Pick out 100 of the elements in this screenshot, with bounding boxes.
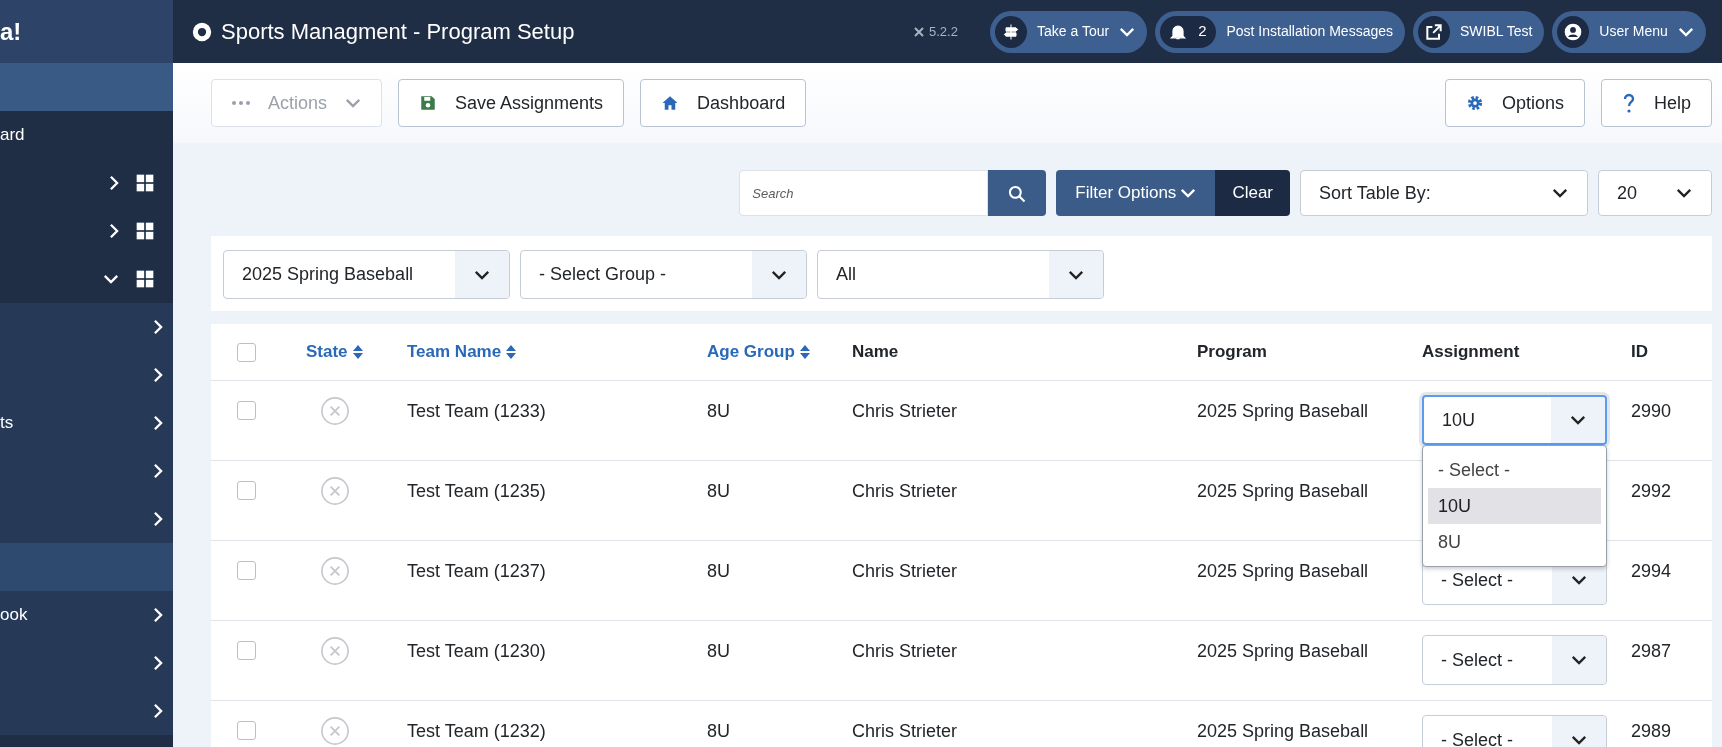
search-button[interactable] [988,170,1047,216]
chevron-right-icon [153,367,163,383]
assignment-select[interactable]: 10U [1422,395,1607,445]
chevron-right-icon [153,511,163,527]
x-circle-icon[interactable] [320,716,350,746]
row-checkbox[interactable] [237,561,256,580]
tour-button[interactable]: Take a Tour [990,10,1148,53]
version-text: 5.2.2 [929,22,958,41]
table-cell: 8U [707,561,730,581]
table-cell: 2990 [1631,401,1672,421]
save-button[interactable]: Save Assignments [398,79,625,127]
chevron-down-icon [1570,415,1586,425]
search-field[interactable]: Search [739,170,989,216]
chevron-down-icon [474,269,490,280]
chevron-right-icon [153,319,163,335]
external-link-icon [1424,21,1444,42]
search-icon [1007,183,1028,204]
grid-icon [135,173,155,193]
table-cell: Test Team (1237) [407,561,546,581]
chevron-right-icon [153,703,163,719]
table-cell: 2025 Spring Baseball [1197,641,1369,661]
chevron-down-icon [1571,655,1587,665]
sidebar-item[interactable]: ard [0,111,173,159]
table-cell: 8U [707,641,730,661]
chevron-down-icon [345,98,362,108]
table-cell: Chris Strieter [852,561,958,581]
column-header: ID [1631,341,1648,364]
gear-icon [1465,94,1484,112]
column-header: Program [1197,341,1267,364]
joomla-circle-icon [191,20,213,43]
assignment-select[interactable]: - Select - [1422,715,1607,747]
grid-icon [135,269,155,289]
x-circle-icon[interactable] [320,476,350,506]
sidebar-item[interactable]: ts [0,399,173,447]
row-checkbox[interactable] [237,481,256,500]
grid-icon [135,221,155,241]
site-link[interactable]: SWIBL Test [1413,10,1545,53]
limit-select[interactable]: 20 [1598,170,1712,216]
sort-icon [505,344,518,360]
table-cell: Test Team (1235) [407,481,546,501]
messages-button[interactable]: 2 Post Installation Messages [1155,10,1405,53]
sort-icon [351,344,364,360]
column-header: Assignment [1422,341,1520,364]
dots-icon [232,101,250,105]
dropdown-option[interactable]: 10U [1428,488,1601,524]
chevron-down-icon [1677,26,1694,37]
chevron-down-icon [1552,188,1568,198]
table-cell: Test Team (1233) [407,401,546,421]
chevron-down-icon [1180,188,1197,198]
chevron-right-icon [153,655,163,671]
joomla-icon [913,25,925,38]
table-cell: 2025 Spring Baseball [1197,561,1369,581]
chevron-down-icon [1571,735,1587,745]
table-cell: Chris Strieter [852,401,958,421]
chevron-down-icon [1119,26,1136,37]
table-cell: 2025 Spring Baseball [1197,401,1369,421]
select-all-checkbox[interactable] [237,342,256,362]
filter-select[interactable]: All [817,250,1104,299]
row-checkbox[interactable] [237,401,256,420]
chevron-down-icon [1068,269,1084,280]
table-cell: 8U [707,721,730,741]
chevron-down-icon [1571,575,1587,585]
chevron-down-icon [1676,188,1692,198]
row-checkbox[interactable] [237,641,256,660]
table-cell: Chris Strieter [852,641,958,661]
filter-select[interactable]: - Select Group - [520,250,807,299]
sort-icon [798,344,811,360]
table-cell: 8U [707,401,730,421]
x-circle-icon[interactable] [320,556,350,586]
table-cell: 8U [707,481,730,501]
sort-link[interactable]: State [306,339,364,365]
chevron-right-icon [153,463,163,479]
clear-button[interactable]: Clear [1215,170,1290,216]
assignment-select[interactable]: - Select - [1422,635,1607,685]
row-checkbox[interactable] [237,721,256,740]
dropdown-option[interactable]: - Select - [1428,452,1601,488]
filter-select[interactable]: 2025 Spring Baseball [223,250,510,299]
sort-link[interactable]: Team Name [407,339,518,365]
sort-link[interactable]: Age Group [707,339,811,365]
table-cell: 2025 Spring Baseball [1197,481,1369,501]
question-mark-icon [1621,92,1636,114]
table-cell: Chris Strieter [852,481,958,501]
sidebar-item[interactable]: ook [0,591,173,639]
user-icon [1563,21,1584,42]
table-cell: Chris Strieter [852,721,958,741]
user-menu-button[interactable]: User Menu [1552,10,1706,53]
filter-options-button[interactable]: Filter Options [1056,170,1216,216]
home-button[interactable]: Dashboard [640,79,807,127]
chevron-right-icon [153,415,163,431]
table-cell: 2994 [1631,561,1672,581]
table-cell: Test Team (1232) [407,721,546,741]
chevron-down-icon [771,269,787,280]
x-circle-icon[interactable] [320,396,350,426]
column-header: Name [852,341,899,364]
x-circle-icon[interactable] [320,636,350,666]
table-cell: 2987 [1631,641,1672,661]
table-cell: 2025 Spring Baseball [1197,721,1369,741]
help-button[interactable]: Help [1600,79,1712,127]
options-button[interactable]: Options [1444,79,1585,127]
sort-select[interactable]: Sort Table By: [1300,170,1588,216]
